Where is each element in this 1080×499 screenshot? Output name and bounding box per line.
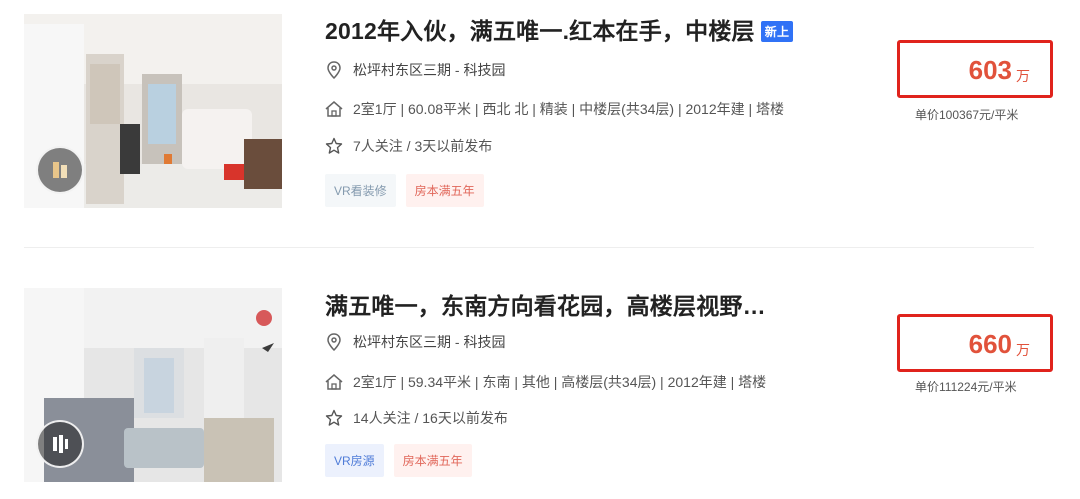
total-price: 603 [968,55,1012,85]
location-separator: - [451,334,464,350]
follow-info-text: 7人关注 / 3天以前发布 [353,138,493,154]
tag-list: VR房源 房本满五年 [325,444,472,477]
total-price-box: 603 万 [897,40,1053,98]
listing-item: 满五唯一，东南方向看花园，高楼层视野… 松坪村东区三期 - 科技园 2室1厅 |… [0,286,1080,496]
follow-row: 7人关注 / 3天以前发布 [325,136,492,156]
area-link[interactable]: 科技园 [463,60,505,80]
new-badge: 新上 [760,21,794,42]
listing-title[interactable]: 满五唯一，东南方向看花园，高楼层视野… [325,287,766,321]
community-link[interactable]: 松坪村东区三期 [353,332,451,352]
location-row: 松坪村东区三期 - 科技园 [325,60,505,80]
listing-title[interactable]: 2012年入伙，满五唯一.红本在手，中楼层 新上 [325,12,794,46]
listing-title-text[interactable]: 2012年入伙，满五唯一.红本在手，中楼层 [325,18,755,44]
community-link[interactable]: 松坪村东区三期 [353,60,451,80]
follow-row: 14人关注 / 16天以前发布 [325,408,508,428]
listing-item: 2012年入伙，满五唯一.红本在手，中楼层 新上 松坪村东区三期 - 科技园 2室… [0,0,1080,210]
vr-icon[interactable] [36,146,84,194]
total-price-box: 660 万 [897,314,1053,372]
house-info-row: 2室1厅 | 60.08平米 | 西北 北 | 精装 | 中楼层(共34层) |… [325,99,784,119]
vr-icon[interactable] [36,420,84,468]
unit-price: 单价100367元/平米 [915,108,1019,122]
listing-photo[interactable] [24,14,282,208]
location-pin-icon [325,333,343,351]
house-info-row: 2室1厅 | 59.34平米 | 东南 | 其他 | 高楼层(共34层) | 2… [325,372,766,392]
house-icon [325,100,343,118]
listing-photo[interactable] [24,288,282,482]
house-info-text: 2室1厅 | 60.08平米 | 西北 北 | 精装 | 中楼层(共34层) |… [353,101,785,117]
star-icon [325,137,343,155]
house-info-text: 2室1厅 | 59.34平米 | 东南 | 其他 | 高楼层(共34层) | 2… [353,374,767,390]
location-separator: - [451,62,464,78]
total-price: 660 [968,329,1012,359]
location-pin-icon [325,61,343,79]
unit-price: 单价111224元/平米 [915,380,1017,394]
tag-vr-listing: VR房源 [325,444,384,477]
house-icon [325,373,343,391]
listing-title-text[interactable]: 满五唯一，东南方向看花园，高楼层视野… [325,293,766,319]
tag-vr-decoration: VR看装修 [325,174,396,207]
tag-list: VR看装修 房本满五年 [325,174,484,207]
location-row: 松坪村东区三期 - 科技园 [325,332,505,352]
price-unit: 万 [1016,342,1030,358]
tag-five-years: 房本满五年 [405,174,484,207]
follow-info-text: 14人关注 / 16天以前发布 [353,410,508,426]
price-unit: 万 [1016,68,1030,84]
tag-five-years: 房本满五年 [393,444,472,477]
listing-divider [24,247,1034,248]
star-icon [325,409,343,427]
area-link[interactable]: 科技园 [463,332,505,352]
